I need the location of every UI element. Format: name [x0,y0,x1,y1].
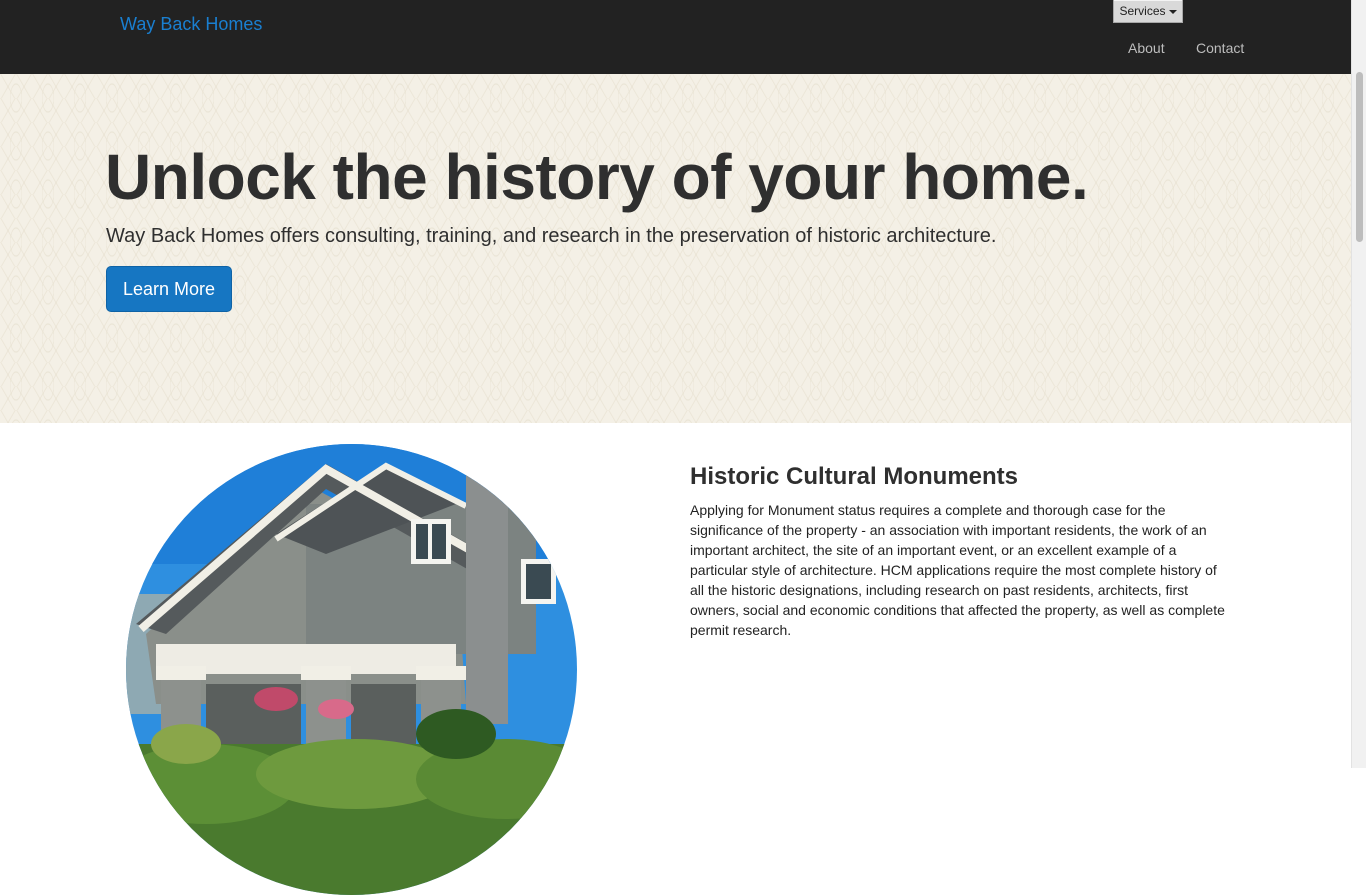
hero-subtitle: Way Back Homes offers consulting, traini… [106,225,997,247]
hero-section: Unlock the history of your home. Way Bac… [0,74,1351,423]
section-title: Historic Cultural Monuments [690,463,1019,490]
top-navbar: Way Back Homes Services About Contact [0,0,1351,74]
hero-title: Unlock the history of your home. [105,141,1089,213]
scrollbar-thumb[interactable] [1356,72,1363,242]
brand-link[interactable]: Way Back Homes [120,14,262,35]
learn-more-button[interactable]: Learn More [106,266,232,312]
house-photo [126,444,577,895]
services-label: Services [1119,4,1166,18]
nav-link-about[interactable]: About [1128,40,1165,56]
section-body: Applying for Monument status requires a … [690,502,1225,638]
vertical-scrollbar[interactable] [1351,0,1366,768]
services-dropdown-button[interactable]: Services [1113,0,1183,23]
caret-down-icon [1168,9,1177,14]
nav-link-contact[interactable]: Contact [1196,40,1244,56]
